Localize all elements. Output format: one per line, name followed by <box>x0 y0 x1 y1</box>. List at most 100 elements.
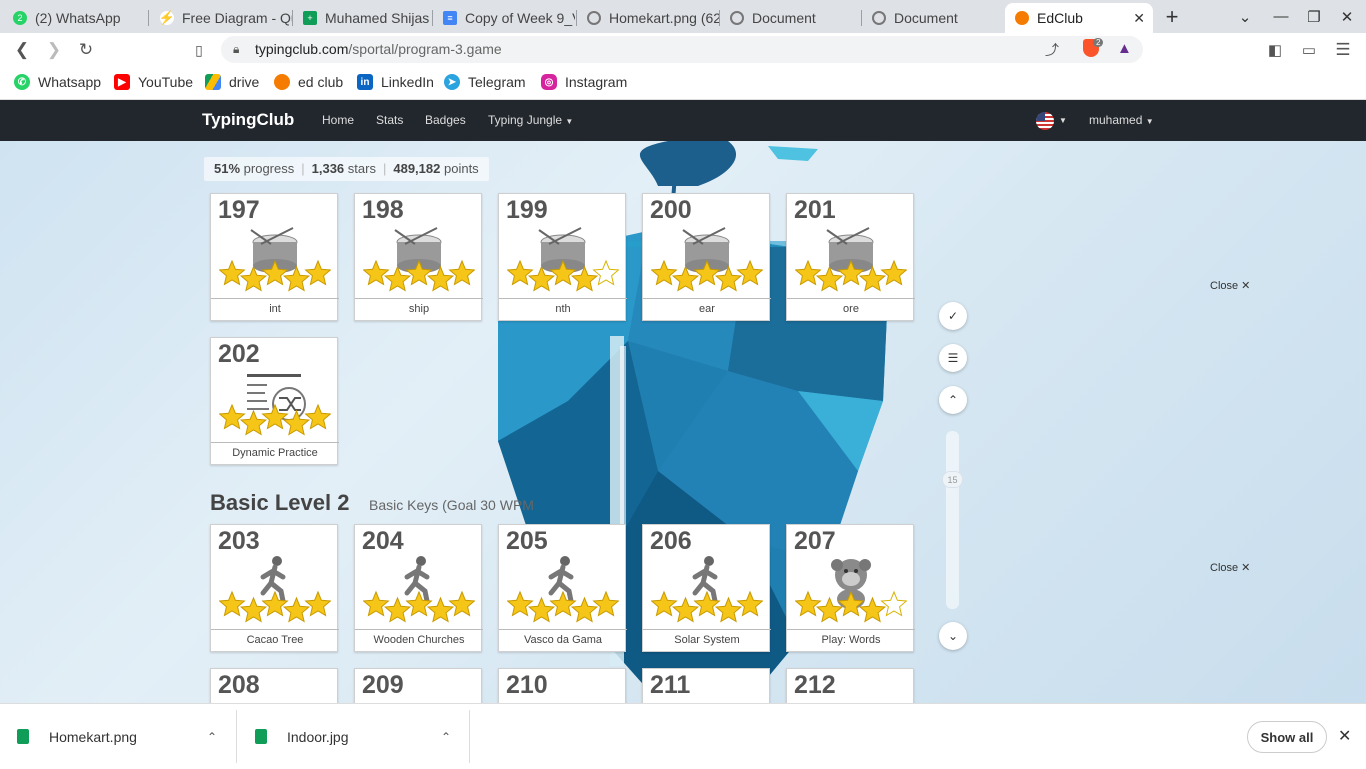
bookmark-drive[interactable]: drive <box>205 74 259 90</box>
lesson-map: 51% progress | 1,336 stars | 489,182 points … <box>0 141 1366 703</box>
lesson-card-212[interactable]: 212 <box>786 668 914 703</box>
star-filled-icon <box>549 259 577 286</box>
bookmark-linkedin[interactable]: in LinkedIn <box>357 74 434 90</box>
sheets-icon: + <box>303 11 317 25</box>
tab-docs[interactable]: ≡ Copy of Week 9_V <box>433 3 577 33</box>
whatsapp-icon: 2 <box>13 11 27 25</box>
minimize-button[interactable]: — <box>1264 0 1298 33</box>
close-tab-icon[interactable]: ✕ <box>1133 10 1145 27</box>
lesson-card-199[interactable]: 199 nth <box>498 193 627 321</box>
bookmark-icon[interactable]: ▯ <box>187 38 211 62</box>
sidebar-icon[interactable]: ◧ <box>1263 38 1287 62</box>
scroll-slider[interactable]: 15 <box>942 431 963 609</box>
brave-rewards-icon[interactable]: ▲ <box>1117 40 1132 57</box>
nav-stats[interactable]: Stats <box>376 113 403 127</box>
tab-title: Muhamed Shijas B <box>325 10 433 26</box>
star-filled-icon <box>239 596 268 623</box>
star-rating <box>507 259 619 292</box>
lesson-card-200[interactable]: 200 ear <box>642 193 771 321</box>
tab-title: Copy of Week 9_V <box>465 10 575 26</box>
brand-logo[interactable]: TypingClub <box>202 110 294 130</box>
tab-document-1[interactable]: Document <box>720 3 862 33</box>
bookmark-youtube[interactable]: ▶ YouTube <box>114 74 193 90</box>
close-ad-button-top[interactable]: Close ✕ <box>1210 279 1250 292</box>
share-icon[interactable]: ⤴ <box>1045 40 1059 60</box>
tab-homekart[interactable]: Homekart.png (62 <box>577 3 720 33</box>
diagram-icon: ⚡ <box>158 10 176 25</box>
tab-strip: 2 (2) WhatsApp ⚡ Free Diagram - Qu + Muh… <box>0 0 1366 33</box>
download-item[interactable]: Homekart.png ⌃ <box>17 704 222 769</box>
tab-whatsapp[interactable]: 2 (2) WhatsApp <box>3 3 149 33</box>
close-ad-button-bottom[interactable]: Close ✕ <box>1210 561 1250 574</box>
lesson-card-197[interactable]: 197 int <box>210 193 339 321</box>
back-button[interactable]: ❮ <box>10 38 34 62</box>
bookmark-telegram[interactable]: ➤ Telegram <box>444 74 526 90</box>
lesson-card-206[interactable]: 206 Solar System <box>642 524 771 652</box>
close-download-shelf-icon[interactable]: ✕ <box>1338 726 1351 746</box>
lesson-number: 204 <box>362 527 404 555</box>
wallet-icon[interactable]: ▭ <box>1297 38 1321 62</box>
nav-badges[interactable]: Badges <box>425 113 466 127</box>
lesson-card-207[interactable]: 207 Play: Words <box>786 524 915 652</box>
star-filled-icon <box>858 265 887 292</box>
check-circle-button[interactable]: ✓ <box>939 302 967 330</box>
star-filled-icon <box>383 596 412 623</box>
lesson-number: 202 <box>218 340 260 368</box>
forward-button[interactable]: ❯ <box>42 38 66 62</box>
bookmark-whatsapp[interactable]: ✆ Whatsapp <box>14 74 101 90</box>
lesson-card-204[interactable]: 204 Wooden Churches <box>354 524 483 652</box>
scroll-up-button[interactable]: ⌃ <box>939 386 967 414</box>
lesson-card-203[interactable]: 203 Cacao Tree <box>210 524 339 652</box>
list-menu-button[interactable]: ☰ <box>939 344 967 372</box>
edclub-icon <box>274 74 290 90</box>
star-filled-icon <box>383 265 412 292</box>
lesson-number: 208 <box>218 671 260 699</box>
tab-edclub[interactable]: EdClub ✕ <box>1005 3 1153 33</box>
caret-down-icon: ▼ <box>1059 116 1067 125</box>
star-rating <box>363 259 475 292</box>
tab-free-diagram[interactable]: ⚡ Free Diagram - Qu <box>150 3 293 33</box>
slider-knob[interactable]: 15 <box>942 471 963 488</box>
bookmark-edclub[interactable]: ed club <box>274 74 343 90</box>
lesson-card-210[interactable]: 210 <box>498 668 626 703</box>
star-filled-icon <box>448 590 475 617</box>
window-close-button[interactable]: ✕ <box>1330 0 1364 33</box>
download-item[interactable]: Indoor.jpg ⌃ <box>255 704 460 769</box>
lesson-card-201[interactable]: 201 ore <box>786 193 915 321</box>
star-filled-icon <box>405 259 433 286</box>
star-filled-icon <box>304 259 331 286</box>
show-all-button[interactable]: Show all <box>1247 721 1327 753</box>
star-rating <box>651 590 763 623</box>
reload-button[interactable]: ↻ <box>74 38 98 62</box>
tab-search-chevron-icon[interactable]: ⌄ <box>1228 0 1262 33</box>
tab-sheets[interactable]: + Muhamed Shijas B <box>293 3 433 33</box>
new-tab-button[interactable]: + <box>1155 0 1189 33</box>
nav-home[interactable]: Home <box>322 113 354 127</box>
maximize-button[interactable]: ❐ <box>1297 0 1331 33</box>
scroll-down-button[interactable]: ⌄ <box>939 622 967 650</box>
menu-icon[interactable]: ☰ <box>1331 38 1355 62</box>
star-filled-icon <box>570 596 599 623</box>
lesson-card-208[interactable]: 208 <box>210 668 338 703</box>
bookmark-instagram[interactable]: ◎ Instagram <box>541 74 627 90</box>
lock-icon: 🔒︎ <box>233 42 240 56</box>
progress-summary: 51% progress | 1,336 stars | 489,182 points <box>204 157 489 181</box>
tab-document-2[interactable]: Document <box>862 3 1005 33</box>
lesson-card-211[interactable]: 211 <box>642 668 770 703</box>
address-bar[interactable]: 🔒︎ typingclub.com/sportal/program-3.game… <box>221 36 1143 63</box>
star-filled-icon <box>693 590 721 617</box>
language-flag-icon[interactable] <box>1036 112 1054 130</box>
star-filled-icon <box>507 259 534 286</box>
chevron-up-icon[interactable]: ⌃ <box>207 730 217 744</box>
lesson-card-205[interactable]: 205 Vasco da Gama <box>498 524 627 652</box>
star-filled-icon <box>282 596 311 623</box>
star-rating <box>651 259 763 292</box>
user-menu[interactable]: muhamed ▼ <box>1089 113 1154 127</box>
lesson-card-209[interactable]: 209 <box>354 668 482 703</box>
lesson-card-202[interactable]: 202 Dynamic Practice <box>210 337 339 465</box>
url-text: typingclub.com/sportal/program-3.game <box>255 41 502 57</box>
chevron-up-icon[interactable]: ⌃ <box>441 730 451 744</box>
nav-typing-jungle[interactable]: Typing Jungle ▼ <box>488 113 573 127</box>
lesson-card-198[interactable]: 198 ship <box>354 193 483 321</box>
globe-icon <box>730 11 744 25</box>
